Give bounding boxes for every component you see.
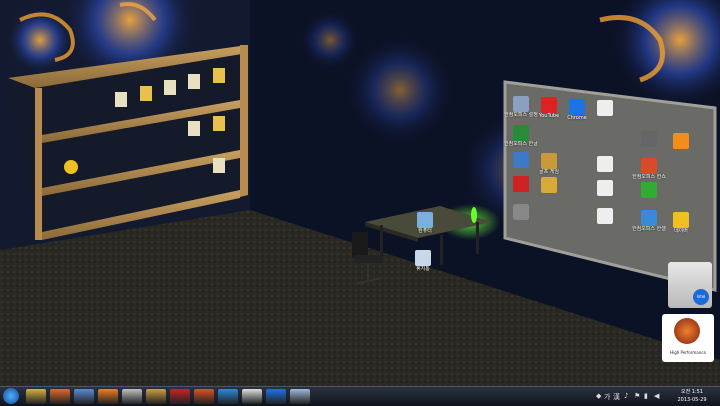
shelf-folder-icon[interactable] bbox=[213, 68, 225, 83]
battery-tray-icon[interactable]: ▮ bbox=[644, 392, 648, 400]
network-tray-icon[interactable]: ◆ bbox=[596, 392, 601, 400]
icon-label: 한컴오피스 한셀 2010 bbox=[632, 226, 666, 233]
app-glyph bbox=[641, 131, 657, 148]
naver-glyph bbox=[673, 212, 689, 228]
computer-icon[interactable]: 컴퓨터 bbox=[408, 212, 442, 234]
document-icon[interactable] bbox=[588, 180, 622, 197]
antivirus-icon[interactable] bbox=[122, 389, 142, 404]
document-glyph bbox=[597, 156, 613, 173]
shelf-folder-icon[interactable] bbox=[164, 80, 176, 95]
hwp-glyph bbox=[513, 125, 529, 141]
shelf-app-icon[interactable] bbox=[64, 160, 78, 174]
notepad-icon[interactable] bbox=[290, 389, 310, 404]
flag-tray-icon[interactable]: ⚑ bbox=[634, 392, 640, 400]
youtube-glyph bbox=[541, 97, 557, 114]
recycle-bin-label: 휴지통 bbox=[416, 266, 430, 272]
shelf-folder-icon[interactable] bbox=[213, 158, 225, 173]
computer-label: 컴퓨터 bbox=[418, 228, 432, 234]
green-app-glyph bbox=[641, 182, 657, 199]
document-glyph bbox=[597, 208, 613, 225]
recycle-bin-glyph bbox=[415, 250, 431, 266]
shelf-folder-icon[interactable] bbox=[115, 92, 127, 107]
power-plan-label: High Performance bbox=[670, 350, 706, 355]
icon-label: 한컴오피스 한쇼 bbox=[632, 174, 666, 181]
system-clock[interactable]: 오전 1:51 2013-05-29 bbox=[672, 388, 712, 404]
naver-icon[interactable]: 네이버 bbox=[664, 212, 698, 234]
clock-date: 2013-05-29 bbox=[677, 397, 707, 403]
disk-icon[interactable] bbox=[504, 204, 538, 220]
document-icon[interactable] bbox=[588, 100, 622, 117]
volume-tray-icon[interactable]: ◀ bbox=[654, 392, 659, 400]
speaker-tray-icon[interactable]: ♪ bbox=[624, 392, 628, 400]
gold-app-glyph bbox=[541, 177, 557, 194]
icon-label: 네이버 bbox=[674, 228, 688, 234]
hancell-icon[interactable]: 한컴오피스 한셀 2010 bbox=[632, 210, 666, 232]
hwp-icon[interactable]: 한컴오피스 한글 2010 bbox=[504, 125, 538, 147]
disk-glyph bbox=[513, 204, 529, 220]
alsong-icon[interactable] bbox=[98, 389, 118, 404]
orange-app-icon[interactable] bbox=[664, 133, 698, 149]
document-glyph bbox=[597, 180, 613, 197]
shelf-folder-icon[interactable] bbox=[188, 74, 200, 89]
document-icon[interactable] bbox=[588, 208, 622, 225]
internet-explorer-icon[interactable] bbox=[218, 389, 238, 404]
hanshow-icon[interactable]: 한컴오피스 한쇼 bbox=[632, 158, 666, 180]
shelf-folder-icon[interactable] bbox=[213, 116, 225, 131]
daum-icon[interactable] bbox=[194, 389, 214, 404]
app-icon[interactable] bbox=[632, 131, 666, 148]
cpu-gadget-label: Intel bbox=[693, 289, 709, 305]
game-glyph bbox=[541, 153, 557, 170]
green-app-icon[interactable] bbox=[632, 182, 666, 199]
desktop: 한컴오피스 설정YouTubeChrome한컴오피스 한글 2010골프 게임한… bbox=[0, 0, 720, 405]
game-icon[interactable] bbox=[146, 389, 166, 404]
chrome-icon[interactable] bbox=[266, 389, 286, 404]
hanshow-glyph bbox=[641, 158, 657, 175]
hancom-settings-glyph bbox=[513, 96, 529, 112]
network-icon[interactable] bbox=[74, 389, 94, 404]
media-player-icon[interactable] bbox=[50, 389, 70, 404]
power-plan-gadget[interactable]: High Performance bbox=[662, 314, 714, 362]
cpu-gadget[interactable]: Intel bbox=[668, 262, 712, 308]
game-icon[interactable]: 골프 게임 bbox=[532, 153, 566, 175]
document-icon[interactable] bbox=[588, 156, 622, 173]
shelf-folder-icon[interactable] bbox=[140, 86, 152, 101]
document-glyph bbox=[597, 100, 613, 117]
icon-label: 골프 게임 bbox=[539, 169, 559, 176]
chrome-glyph bbox=[569, 98, 585, 115]
folder-icon[interactable] bbox=[26, 389, 46, 404]
power-gauge-icon bbox=[674, 318, 700, 344]
windows-start-icon[interactable] bbox=[3, 388, 19, 404]
gold-app-icon[interactable] bbox=[532, 177, 566, 194]
red-app-glyph bbox=[513, 176, 529, 192]
computer-glyph bbox=[417, 212, 433, 228]
red-app-icon[interactable] bbox=[170, 389, 190, 404]
hancell-glyph bbox=[641, 210, 657, 227]
icon-label: 한컴오피스 한글 2010 bbox=[504, 141, 538, 147]
document-icon[interactable] bbox=[242, 389, 262, 404]
recycle-bin-icon[interactable]: 휴지통 bbox=[406, 250, 440, 272]
language-indicator[interactable]: 漢 bbox=[613, 392, 620, 402]
clock-time: 오전 1:51 bbox=[680, 389, 704, 395]
taskbar: ◆ 가 漢 ♪ ⚑ ▮ ◀ 오전 1:51 2013-05-29 bbox=[0, 386, 720, 406]
shelf-folder-icon[interactable] bbox=[188, 121, 200, 136]
blue-app-glyph bbox=[513, 152, 529, 168]
ime-indicator[interactable]: 가 bbox=[604, 392, 610, 402]
desktop-wallpaper bbox=[0, 0, 720, 405]
orange-app-glyph bbox=[673, 133, 689, 149]
